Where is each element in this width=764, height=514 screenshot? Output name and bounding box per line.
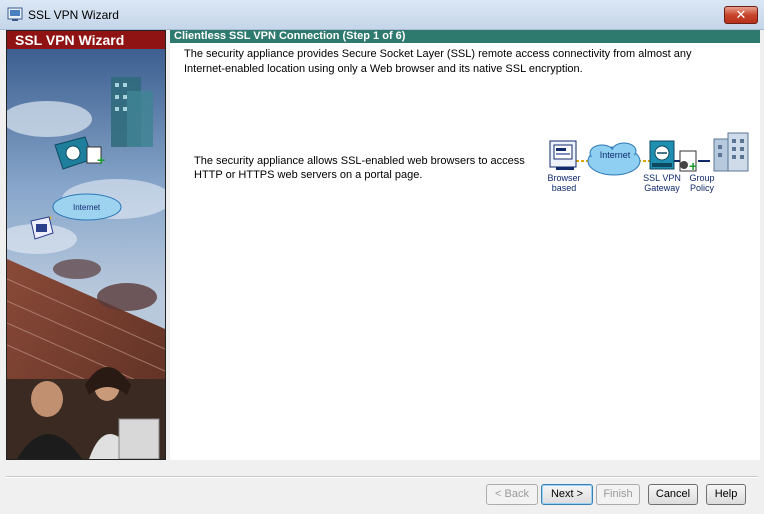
- window-title: SSL VPN Wizard: [28, 8, 119, 22]
- button-separator: [6, 476, 758, 478]
- gateway-label-line1: SSL VPN: [643, 173, 681, 183]
- svg-text:Internet: Internet: [73, 203, 101, 212]
- browser-label-line2: based: [551, 183, 577, 193]
- cancel-button[interactable]: Cancel: [648, 484, 698, 505]
- network-diagram: + Internet Browser based SSL VPN Gateway…: [546, 131, 756, 211]
- svg-text:+: +: [689, 158, 697, 174]
- back-button[interactable]: < Back: [486, 484, 538, 505]
- group-policy-icon: +: [679, 150, 697, 174]
- close-button[interactable]: ✕: [724, 6, 758, 24]
- vpn-gateway-icon: [649, 140, 675, 170]
- policy-label-line1: Group: [689, 173, 715, 183]
- finish-button[interactable]: Finish: [596, 484, 640, 505]
- browser-label-line1: Browser: [547, 173, 581, 183]
- description-text: The security appliance allows SSL-enable…: [194, 155, 525, 181]
- browser-computer-icon: [549, 140, 577, 170]
- step-content: The security appliance provides Secure S…: [170, 43, 760, 460]
- sidebar-title: SSL VPN Wizard: [7, 31, 165, 49]
- intro-text: The security appliance provides Secure S…: [184, 48, 692, 75]
- policy-label-line2: Policy: [689, 183, 714, 193]
- help-button[interactable]: Help: [706, 484, 746, 505]
- sidebar-artwork: + Internet: [7, 49, 165, 459]
- gateway-label-line2: Gateway: [644, 183, 680, 193]
- title-bar: SSL VPN Wizard ✕: [0, 0, 764, 30]
- svg-text:+: +: [97, 152, 105, 168]
- internet-label: Internet: [599, 150, 631, 160]
- server-building-icon: [713, 132, 749, 172]
- wizard-sidebar: SSL VPN Wizard + Internet: [6, 30, 166, 460]
- next-button[interactable]: Next >: [541, 484, 593, 505]
- app-icon: [7, 7, 23, 21]
- step-header: Clientless SSL VPN Connection (Step 1 of…: [170, 30, 760, 43]
